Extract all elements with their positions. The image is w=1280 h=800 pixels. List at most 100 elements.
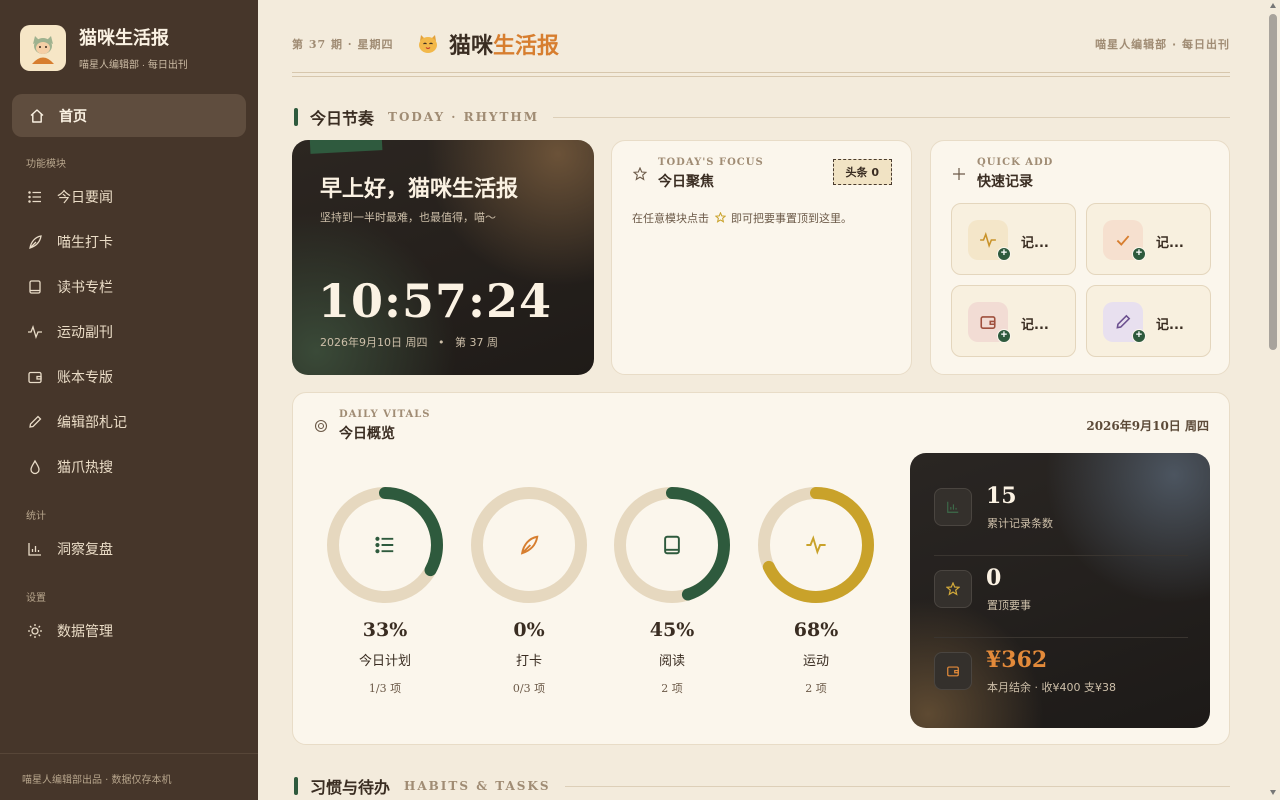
plus-badge-icon: + (997, 329, 1011, 343)
section-bar (294, 777, 298, 795)
card-header: DAILY VITALS 今日概览 (313, 409, 430, 443)
sidebar-item-notes[interactable]: 编辑部札记 (26, 407, 127, 437)
quick-add-checkin-button[interactable]: + 记... (1086, 203, 1211, 275)
ring-checkin[interactable]: 0% 打卡 0/3 项 (469, 485, 589, 696)
bar-chart-icon (934, 488, 972, 526)
plus-icon (951, 166, 967, 182)
ring-count: 2 项 (661, 682, 683, 695)
pulse-icon (26, 323, 44, 341)
sidebar-item-home[interactable]: 首页 (12, 94, 246, 137)
masthead-title-a: 猫咪 (449, 33, 494, 59)
star-icon (632, 166, 648, 182)
brand[interactable]: 猫咪生活报 喵星人编辑部 · 每日出刊 (20, 24, 188, 71)
plus-badge-icon: + (997, 247, 1011, 261)
sidebar-item-trending[interactable]: 猫爪热搜 (26, 452, 113, 482)
date-text: 2026年9月10日 周四 (320, 336, 428, 349)
masthead-rule (292, 76, 1230, 77)
sidebar-item-label: 喵生打卡 (57, 235, 113, 251)
feather-icon (26, 233, 44, 251)
tape-decoration (309, 140, 383, 154)
sidebar-item-news[interactable]: 今日要闻 (26, 182, 113, 212)
card-title-en: TODAY'S FOCUS (658, 157, 764, 168)
ring-percent: 45% (649, 619, 695, 641)
ring-count: 0/3 项 (512, 682, 546, 695)
stat-value: 15 (986, 483, 1017, 509)
quick-add-card: QUICK ADD 快速记录 + 记... + 记... + 记... + 记.… (930, 140, 1230, 375)
ring-plan[interactable]: 33% 今日计划 1/3 项 (325, 485, 445, 696)
sidebar-item-ledger[interactable]: 账本专版 (26, 362, 113, 392)
card-title-zh: 今日概览 (339, 426, 395, 442)
week-text: 第 37 周 (455, 336, 498, 349)
quick-add-label: 记... (1021, 236, 1049, 251)
sidebar-item-label: 首页 (59, 108, 87, 125)
ring-percent: 33% (362, 619, 408, 641)
ring-count: 2 项 (805, 682, 827, 695)
star-icon (713, 211, 727, 223)
drop-icon (26, 458, 44, 476)
stat-value: ¥362 (986, 647, 1048, 673)
sidebar-item-label: 猫爪热搜 (57, 460, 113, 476)
sidebar-item-data[interactable]: 数据管理 (26, 616, 113, 646)
section-title-en: TODAY · RHYTHM (388, 110, 540, 124)
ring-name: 阅读 (658, 654, 685, 669)
scrollbar-thumb[interactable] (1269, 14, 1277, 350)
section-title-zh: 今日节奏 (310, 109, 375, 128)
quick-add-expense-button[interactable]: + 记... (951, 285, 1076, 357)
scroll-up-arrow-icon[interactable] (1270, 3, 1276, 8)
stat-value: 0 (986, 565, 1002, 591)
section-rule (553, 116, 1230, 118)
plus-badge-icon: + (1132, 247, 1146, 261)
section-title-zh: 习惯与待办 (310, 778, 391, 797)
quick-add-activity-button[interactable]: + 记... (951, 203, 1076, 275)
target-icon (313, 418, 329, 434)
sidebar-item-insights[interactable]: 洞察复盘 (26, 534, 113, 564)
sidebar-item-reading[interactable]: 读书专栏 (26, 272, 113, 302)
pulse-icon (804, 533, 828, 557)
list-icon (373, 533, 397, 557)
date-separator: • (438, 336, 445, 349)
ring-name: 打卡 (515, 654, 542, 669)
masthead-title: 猫咪生活报 (449, 28, 559, 60)
ring-percent: 68% (793, 619, 839, 641)
card-header: TODAY'S FOCUS 今日聚焦 (632, 157, 764, 191)
stat-pinned: 0 置顶要事 (934, 559, 1188, 629)
book-icon (660, 533, 684, 557)
issue-label: 第 37 期 · 星期四 (292, 38, 394, 51)
card-title-en: QUICK ADD (977, 157, 1054, 168)
cat-avatar-icon (20, 24, 66, 71)
sidebar-item-label: 今日要闻 (57, 190, 113, 206)
focus-hint: 在任意模块点击 即可把要事置顶到这里。 (632, 210, 852, 226)
quick-add-label: 记... (1021, 318, 1049, 333)
page-scrollbar[interactable] (1267, 0, 1280, 800)
clock-time: 10:57:24 (318, 274, 553, 328)
sidebar-item-label: 读书专栏 (57, 280, 113, 296)
section-title-en: HABITS & TASKS (404, 779, 551, 793)
clock-date: 2026年9月10日 周四 • 第 37 周 (320, 334, 498, 350)
headline-count-badge: 头条 0 (832, 159, 892, 185)
sidebar-item-sports[interactable]: 运动副刊 (26, 317, 113, 347)
ring-reading[interactable]: 45% 阅读 2 项 (612, 485, 732, 696)
ring-sports[interactable]: 68% 运动 2 项 (756, 485, 876, 696)
plus-badge-icon: + (1132, 329, 1146, 343)
cat-face-icon (419, 35, 437, 53)
masthead-logo: 猫咪生活报 (417, 28, 559, 60)
vitals-date: 2026年9月10日 周四 (1086, 419, 1209, 433)
bar-chart-icon (26, 540, 44, 558)
quick-add-note-button[interactable]: + 记... (1086, 285, 1211, 357)
list-icon (26, 188, 44, 206)
greeting-card: 早上好，猫咪生活报 坚持到一半时最难，也最值得，喵～ 10:57:24 2026… (292, 140, 594, 375)
section-bar (294, 108, 298, 126)
scroll-down-arrow-icon[interactable] (1270, 790, 1276, 795)
stat-caption: 累计记录条数 (987, 517, 1053, 530)
section-title-today: 今日节奏 TODAY · RHYTHM (294, 105, 1230, 129)
greeting-text: 早上好，猫咪生活报 (320, 177, 519, 202)
card-title-en: DAILY VITALS (339, 409, 431, 420)
sidebar-item-checkin[interactable]: 喵生打卡 (26, 227, 113, 257)
pencil-icon (26, 413, 44, 431)
sidebar-item-label: 编辑部札记 (57, 415, 127, 431)
sidebar: 猫咪生活报 喵星人编辑部 · 每日出刊 首页 功能模块 今日要闻 喵生打卡 读书… (0, 0, 258, 800)
masthead-title-b: 生活报 (493, 33, 560, 59)
hint-text: 即可把要事置顶到这里。 (731, 212, 852, 225)
sidebar-item-label: 账本专版 (57, 370, 113, 386)
stat-caption: 置顶要事 (987, 599, 1031, 612)
